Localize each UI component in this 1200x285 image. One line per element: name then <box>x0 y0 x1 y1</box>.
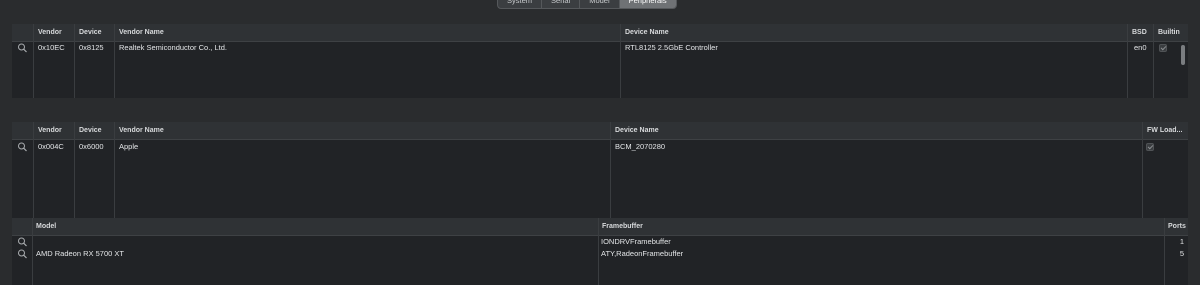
column-header-fw-loader[interactable]: FW Load... <box>1143 122 1190 139</box>
table-header: Model Framebuffer Ports <box>12 218 1188 236</box>
framebuffer-name: IONDRVFramebuffer <box>601 237 671 246</box>
table-header: Vendor Device Vendor Name Device Name BS… <box>12 24 1188 42</box>
port-count: 1 <box>1179 237 1185 246</box>
table-row[interactable]: 0x10EC 0x8125 Realtek Semiconductor Co.,… <box>12 42 1188 54</box>
column-header-vendor[interactable]: Vendor <box>34 24 78 41</box>
vendor-id: 0x004C <box>38 142 64 151</box>
column-header-vendor[interactable]: Vendor <box>34 122 78 139</box>
port-count: 5 <box>1179 249 1185 258</box>
magnifier-icon[interactable] <box>17 236 28 248</box>
column-header-device-name[interactable]: Device Name <box>621 24 1130 41</box>
table-row[interactable]: IONDRVFramebuffer 1 <box>12 236 1188 248</box>
device-id: 0x8125 <box>79 43 104 52</box>
column-header-builtin[interactable]: Builtin <box>1154 24 1190 41</box>
tab-peripherals[interactable]: Peripherals <box>619 0 676 8</box>
tab-serial[interactable]: Serial <box>542 0 581 8</box>
fw-loader-checkbox[interactable] <box>1146 143 1154 151</box>
bsd-name: en0 <box>1134 43 1147 52</box>
column-header-device[interactable]: Device <box>75 24 117 41</box>
scrollbar[interactable] <box>1181 45 1185 65</box>
table-header: Vendor Device Vendor Name Device Name FW… <box>12 122 1188 140</box>
tab-model[interactable]: Model <box>580 0 620 8</box>
vendor-name: Apple <box>119 142 139 151</box>
framebuffer-name: ATY,RadeonFramebuffer <box>601 249 684 258</box>
table-row[interactable]: 0x004C 0x6000 Apple BCM_2070280 <box>12 141 1188 153</box>
device-id: 0x6000 <box>79 142 104 151</box>
table-body: 0x004C 0x6000 Apple BCM_2070280 <box>12 140 1188 224</box>
gpu-model: AMD Radeon RX 5700 XT <box>36 249 124 258</box>
magnifier-icon[interactable] <box>17 42 28 54</box>
column-header-vendor-name[interactable]: Vendor Name <box>115 24 624 41</box>
builtin-checkbox[interactable] <box>1159 44 1167 52</box>
table-body: IONDRVFramebuffer 1 AMD Radeon RX 5700 X… <box>12 236 1188 285</box>
network-table: Vendor Device Vendor Name Device Name BS… <box>12 24 1188 98</box>
device-name: RTL8125 2.5GbE Controller <box>625 43 718 52</box>
graphics-table: Model Framebuffer Ports IONDRVFramebuffe… <box>12 218 1188 285</box>
column-header-framebuffer[interactable]: Framebuffer <box>598 218 1167 235</box>
column-header-ports[interactable]: Ports <box>1164 218 1192 235</box>
vendor-id: 0x10EC <box>38 43 65 52</box>
magnifier-icon[interactable] <box>17 248 28 260</box>
tab-system[interactable]: System <box>498 0 543 8</box>
device-name: BCM_2070280 <box>615 142 666 151</box>
column-header-model[interactable]: Model <box>32 218 601 235</box>
magnifier-icon[interactable] <box>17 141 28 153</box>
bluetooth-table: Vendor Device Vendor Name Device Name FW… <box>12 122 1188 224</box>
column-header-device-name[interactable]: Device Name <box>611 122 1145 139</box>
tab-bar: System Serial Model Peripherals <box>497 0 677 9</box>
column-header-vendor-name[interactable]: Vendor Name <box>115 122 614 139</box>
vendor-name: Realtek Semiconductor Co., Ltd. <box>119 43 227 52</box>
column-header-device[interactable]: Device <box>75 122 117 139</box>
column-header-bsd[interactable]: BSD <box>1128 24 1156 41</box>
table-body: 0x10EC 0x8125 Realtek Semiconductor Co.,… <box>12 42 1188 98</box>
table-row[interactable]: AMD Radeon RX 5700 XT ATY,RadeonFramebuf… <box>12 248 1188 260</box>
